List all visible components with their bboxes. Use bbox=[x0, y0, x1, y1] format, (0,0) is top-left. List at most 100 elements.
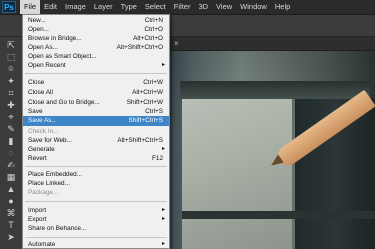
menu-item-shortcut: Ctrl+O bbox=[144, 26, 163, 33]
quick-select-tool-icon[interactable]: ✦ bbox=[4, 75, 18, 87]
menu-item-import[interactable]: Import ▸ bbox=[23, 206, 169, 215]
menu-item-export[interactable]: Export ▸ bbox=[23, 215, 169, 224]
submenu-arrow-icon: ▸ bbox=[161, 207, 165, 213]
menu-item-close-all[interactable]: Close All Alt+Ctrl+W bbox=[23, 88, 169, 97]
menu-item-new[interactable]: New... Ctrl+N bbox=[23, 16, 169, 25]
menu-item-label: Open Recent bbox=[28, 62, 66, 69]
marquee-tool-icon[interactable]: ⬚ bbox=[4, 51, 18, 63]
menu-item-label: Check In... bbox=[28, 128, 59, 135]
menu-item-label: Save for Web... bbox=[28, 137, 72, 144]
menu-item-shortcut: Shift+Ctrl+W bbox=[126, 99, 163, 106]
pen-tool-icon[interactable]: ⌘ bbox=[4, 207, 18, 219]
crop-tool-icon[interactable]: ⌗ bbox=[4, 87, 18, 99]
menu-type[interactable]: Type bbox=[117, 0, 141, 14]
menu-item-label: Place Embedded... bbox=[28, 171, 82, 178]
menu-item-label: Export bbox=[28, 216, 47, 223]
blur-tool-icon[interactable]: ▲ bbox=[4, 183, 18, 195]
menu-item-label: Open As... bbox=[28, 44, 58, 51]
menu-item-label: Revert bbox=[28, 155, 47, 162]
menu-item-shortcut: Alt+Shift+Ctrl+S bbox=[117, 137, 163, 144]
file-menu-dropdown: New... Ctrl+N Open... Ctrl+O Browse in B… bbox=[22, 14, 170, 249]
menu-item-open[interactable]: Open... Ctrl+O bbox=[23, 25, 169, 34]
menu-item-shortcut: Shift+Ctrl+S bbox=[128, 117, 163, 124]
menu-item-shortcut: Alt+Ctrl+O bbox=[133, 35, 163, 42]
history-brush-tool-icon[interactable]: ◌ bbox=[4, 147, 18, 159]
menu-item-open-as-smart-object[interactable]: Open as Smart Object... bbox=[23, 52, 169, 61]
menu-item-label: Open as Smart Object... bbox=[28, 53, 97, 60]
menu-item-shortcut: Ctrl+S bbox=[145, 108, 163, 115]
menu-item-label: Package... bbox=[28, 189, 59, 196]
photo-molding bbox=[182, 211, 375, 219]
eraser-tool-icon[interactable]: ✍ bbox=[4, 159, 18, 171]
menu-item-save-as[interactable]: Save As... Shift+Ctrl+S bbox=[23, 116, 169, 126]
submenu-arrow-icon: ▸ bbox=[161, 146, 165, 152]
menu-item-label: Import bbox=[28, 207, 47, 214]
gradient-tool-icon[interactable]: ▦ bbox=[4, 171, 18, 183]
menu-edit[interactable]: Edit bbox=[40, 0, 61, 14]
menu-item-shortcut: Ctrl+N bbox=[144, 17, 163, 24]
submenu-arrow-icon: ▸ bbox=[161, 241, 165, 247]
menu-item-browse-in-bridge[interactable]: Browse in Bridge... Alt+Ctrl+O bbox=[23, 34, 169, 43]
document-tab-strip: × bbox=[170, 37, 375, 51]
menu-separator bbox=[25, 166, 167, 167]
menu-separator bbox=[25, 73, 167, 74]
close-icon[interactable]: × bbox=[174, 39, 179, 48]
move-tool-icon[interactable]: ⇱ bbox=[4, 39, 18, 51]
eyedropper-tool-icon[interactable]: ✚ bbox=[4, 99, 18, 111]
menu-item-revert[interactable]: Revert F12 bbox=[23, 154, 169, 163]
menu-item-close-and-go-to-bridge[interactable]: Close and Go to Bridge... Shift+Ctrl+W bbox=[23, 98, 169, 107]
menu-bar: Ps File Edit Image Layer Type Select Fil… bbox=[0, 0, 375, 15]
menu-view[interactable]: View bbox=[212, 0, 236, 14]
menu-item-label: Close bbox=[28, 79, 45, 86]
menu-file[interactable]: File bbox=[20, 0, 41, 14]
submenu-arrow-icon: ▸ bbox=[161, 216, 165, 222]
document-canvas[interactable] bbox=[170, 51, 375, 249]
menu-item-generate[interactable]: Generate ▸ bbox=[23, 145, 169, 154]
menu-item-check-in[interactable]: Check In... bbox=[23, 127, 169, 136]
menu-item-label: Automate bbox=[28, 241, 56, 248]
menu-filter[interactable]: Filter bbox=[170, 0, 195, 14]
menu-item-shortcut: F12 bbox=[151, 155, 163, 162]
menu-window[interactable]: Window bbox=[236, 0, 271, 14]
photoshop-logo: Ps bbox=[2, 1, 16, 13]
healing-brush-tool-icon[interactable]: ⌖ bbox=[4, 111, 18, 123]
menu-3d[interactable]: 3D bbox=[194, 0, 212, 14]
menu-image[interactable]: Image bbox=[61, 0, 90, 14]
tools-panel: ⇱ ⬚ ⌾ ✦ ⌗ ✚ ⌖ ✎ ▮ ◌ ✍ ▦ ▲ ● ⌘ T ➤ bbox=[0, 37, 23, 249]
menu-layer[interactable]: Layer bbox=[90, 0, 117, 14]
brush-tool-icon[interactable]: ✎ bbox=[4, 123, 18, 135]
menu-item-share-on-behance[interactable]: Share on Behance... bbox=[23, 224, 169, 233]
menu-separator bbox=[25, 237, 167, 238]
menu-item-shortcut: Alt+Ctrl+W bbox=[132, 89, 163, 96]
lasso-tool-icon[interactable]: ⌾ bbox=[4, 63, 18, 75]
menu-item-label: Browse in Bridge... bbox=[28, 35, 82, 42]
clone-stamp-tool-icon[interactable]: ▮ bbox=[4, 135, 18, 147]
menu-item-label: Share on Behance... bbox=[28, 225, 87, 232]
menu-item-open-as[interactable]: Open As... Alt+Shift+Ctrl+O bbox=[23, 43, 169, 52]
menu-item-shortcut: Alt+Shift+Ctrl+O bbox=[116, 44, 163, 51]
menu-item-place-linked[interactable]: Place Linked... bbox=[23, 179, 169, 188]
menu-item-shortcut: Ctrl+W bbox=[143, 79, 163, 86]
photo-wall-panel bbox=[182, 99, 292, 249]
menu-item-label: Save bbox=[28, 108, 43, 115]
menu-item-label: Open... bbox=[28, 26, 49, 33]
menu-select[interactable]: Select bbox=[141, 0, 170, 14]
menu-item-label: New... bbox=[28, 17, 46, 24]
menu-item-label: Close All bbox=[28, 89, 53, 96]
menu-item-save-for-web[interactable]: Save for Web... Alt+Shift+Ctrl+S bbox=[23, 136, 169, 145]
menu-help[interactable]: Help bbox=[271, 0, 294, 14]
menu-item-label: Close and Go to Bridge... bbox=[28, 99, 100, 106]
menu-item-open-recent[interactable]: Open Recent ▸ bbox=[23, 61, 169, 70]
menu-separator bbox=[25, 201, 167, 202]
menu-item-place-embedded[interactable]: Place Embedded... bbox=[23, 170, 169, 179]
path-select-tool-icon[interactable]: ➤ bbox=[4, 231, 18, 243]
dodge-tool-icon[interactable]: ● bbox=[4, 195, 18, 207]
menu-item-label: Generate bbox=[28, 146, 55, 153]
menu-item-close[interactable]: Close Ctrl+W bbox=[23, 78, 169, 87]
menu-item-save[interactable]: Save Ctrl+S bbox=[23, 107, 169, 116]
type-tool-icon[interactable]: T bbox=[4, 219, 18, 231]
menu-item-automate[interactable]: Automate ▸ bbox=[23, 240, 169, 249]
photo-frame-top bbox=[180, 81, 370, 99]
menu-item-label: Place Linked... bbox=[28, 180, 70, 187]
menu-item-package[interactable]: Package... bbox=[23, 188, 169, 197]
